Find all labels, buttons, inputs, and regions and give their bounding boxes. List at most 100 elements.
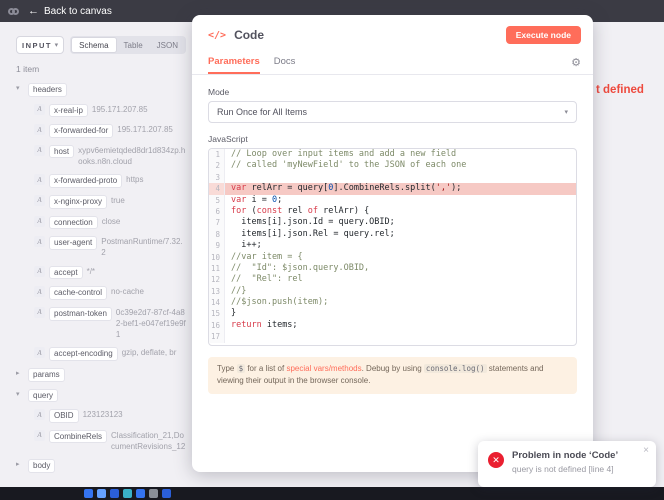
code-line: 13//}: [209, 286, 576, 297]
line-number: 5: [209, 195, 225, 206]
string-type-icon: A: [34, 430, 45, 441]
string-type-icon: A: [34, 104, 45, 115]
canvas-error-text-fragment: t defined: [596, 84, 644, 96]
tree-item-connection[interactable]: Aconnectionclose: [34, 216, 186, 230]
tree-key: host: [49, 145, 74, 159]
execute-node-button[interactable]: Execute node: [506, 26, 581, 44]
taskbar-app-icon-3[interactable]: [123, 489, 132, 498]
tree-item-postman-token[interactable]: Apostman-token0c39e2d7-87cf-4a82-bef1-e0…: [34, 307, 186, 340]
tree-item-x-forwarded-for[interactable]: Ax-forwarded-for195.171.207.85: [34, 124, 186, 138]
back-to-canvas-button[interactable]: ← Back to canvas: [28, 6, 112, 17]
tree-value: 123123123: [83, 409, 186, 421]
line-number: 4: [209, 183, 225, 194]
chevron-down-icon[interactable]: ▾: [16, 389, 24, 401]
code-line: 2// called 'myNewField' to the JSON of e…: [209, 160, 576, 171]
tree-group-query[interactable]: ▾ query: [16, 389, 186, 403]
code-line: 6for (const rel of relArr) {: [209, 206, 576, 217]
back-arrow-icon: ←: [28, 6, 39, 17]
error-toast: ✕ Problem in node ‘Code’ query is not de…: [478, 441, 656, 487]
line-number: 16: [209, 320, 225, 331]
tree-key: query: [28, 389, 58, 403]
taskbar-app-icon-4[interactable]: [136, 489, 145, 498]
node-title: Code: [234, 28, 506, 42]
close-icon[interactable]: ×: [643, 445, 649, 456]
code-line: 14//$json.push(item);: [209, 297, 576, 308]
console-log-code: console.log(): [424, 364, 487, 373]
tree-group-params[interactable]: ▸params: [16, 368, 186, 382]
string-type-icon: A: [34, 307, 45, 318]
tree-group-body[interactable]: ▸ body: [16, 459, 186, 473]
hint-text: Type: [217, 364, 237, 373]
n8n-logo-fragment: [8, 8, 19, 15]
taskbar-app-icon-5[interactable]: [149, 489, 158, 498]
dialog-header: </> Code Execute node: [192, 15, 593, 51]
tree-item-cache-control[interactable]: Acache-controlno-cache: [34, 286, 186, 300]
tree-key: connection: [49, 216, 98, 230]
tree-item-accept-encoding[interactable]: Aaccept-encodinggzip, deflate, br: [34, 347, 186, 361]
line-content: var relArr = query[0].CombineRels.split(…: [225, 183, 576, 194]
tree-key: accept: [49, 266, 83, 280]
taskbar-app-icon-0[interactable]: [84, 489, 93, 498]
mode-select-value: Run Once for All Items: [217, 107, 307, 117]
tree-item-accept[interactable]: Aaccept*/*: [34, 266, 186, 280]
code-line: 1// Loop over input items and add a new …: [209, 149, 576, 160]
line-number: 10: [209, 252, 225, 263]
line-content: //var item = {: [225, 252, 576, 263]
tree-item-host[interactable]: Ahostxypv6emietqded8dr1d834zp.hooks.n8n.…: [34, 145, 186, 168]
tree-key: body: [28, 459, 55, 473]
tree-item-x-nginx-proxy[interactable]: Ax-nginx-proxytrue: [34, 195, 186, 209]
tab-schema[interactable]: Schema: [71, 37, 116, 53]
tree-value: 195.171.207.85: [117, 124, 186, 136]
tab-json[interactable]: JSON: [150, 37, 185, 53]
input-panel-header: INPUT ▾ Schema Table JSON: [16, 36, 186, 54]
tree-item-x-forwarded-proto[interactable]: Ax-forwarded-proto https: [34, 174, 186, 188]
chevron-down-icon[interactable]: ▾: [16, 83, 24, 95]
toast-title: Problem in node ‘Code’: [512, 450, 618, 461]
line-content: //}: [225, 286, 576, 297]
code-editor[interactable]: 1// Loop over input items and add a new …: [208, 148, 577, 346]
tree-value: Classification_21,DocumentRevisions_12: [111, 430, 186, 453]
code-line: 9 i++;: [209, 240, 576, 251]
taskbar: [0, 487, 664, 500]
tree-value: no-cache: [111, 286, 186, 298]
code-line-error: 4var relArr = query[0].CombineRels.split…: [209, 183, 576, 194]
code-editor-lines: 1// Loop over input items and add a new …: [209, 149, 576, 343]
line-number: 1: [209, 149, 225, 160]
tree-item-CombineRels[interactable]: ACombineRelsClassification_21,DocumentRe…: [34, 430, 186, 453]
string-type-icon: A: [34, 347, 45, 358]
chevron-right-icon[interactable]: ▸: [16, 459, 24, 471]
taskbar-app-icon-2[interactable]: [110, 489, 119, 498]
string-type-icon: A: [34, 174, 45, 185]
line-number: 6: [209, 206, 225, 217]
gear-icon[interactable]: ⚙: [571, 56, 581, 69]
tree-key: accept-encoding: [49, 347, 118, 361]
tree-item-x-real-ip[interactable]: Ax-real-ip195.171.207.85: [34, 104, 186, 118]
tree-item-user-agent[interactable]: Auser-agentPostmanRuntime/7.32.2: [34, 236, 186, 259]
language-label: JavaScript: [208, 134, 577, 144]
tree-group-headers[interactable]: ▾headers: [16, 83, 186, 97]
tree-value: https: [126, 174, 186, 186]
string-type-icon: A: [34, 216, 45, 227]
input-items-count: 1 item: [16, 64, 186, 74]
mode-select[interactable]: Run Once for All Items ▾: [208, 101, 577, 123]
tree-value: */*: [87, 266, 186, 278]
chevron-right-icon[interactable]: ▸: [16, 368, 24, 380]
string-type-icon: A: [34, 236, 45, 247]
input-source-select[interactable]: INPUT ▾: [16, 36, 64, 54]
line-number: 9: [209, 240, 225, 251]
taskbar-app-icon-6[interactable]: [162, 489, 171, 498]
line-number: 12: [209, 274, 225, 285]
line-number: 8: [209, 229, 225, 240]
screen: ← Back to canvas INPUT ▾ Schema Table JS…: [0, 0, 664, 500]
code-node-icon: </>: [208, 30, 226, 41]
tree-key: x-forwarded-proto: [49, 174, 122, 188]
special-vars-link[interactable]: special vars/methods: [286, 364, 361, 373]
tree-item-OBID[interactable]: AOBID123123123: [34, 409, 186, 423]
tree-value: xypv6emietqded8dr1d834zp.hooks.n8n.cloud: [78, 145, 186, 168]
tab-parameters[interactable]: Parameters: [208, 51, 260, 74]
taskbar-app-icon-1[interactable]: [97, 489, 106, 498]
tab-docs[interactable]: Docs: [274, 51, 296, 74]
tab-table[interactable]: Table: [117, 37, 150, 53]
input-label: INPUT: [22, 41, 52, 50]
code-line: 10//var item = {: [209, 252, 576, 263]
